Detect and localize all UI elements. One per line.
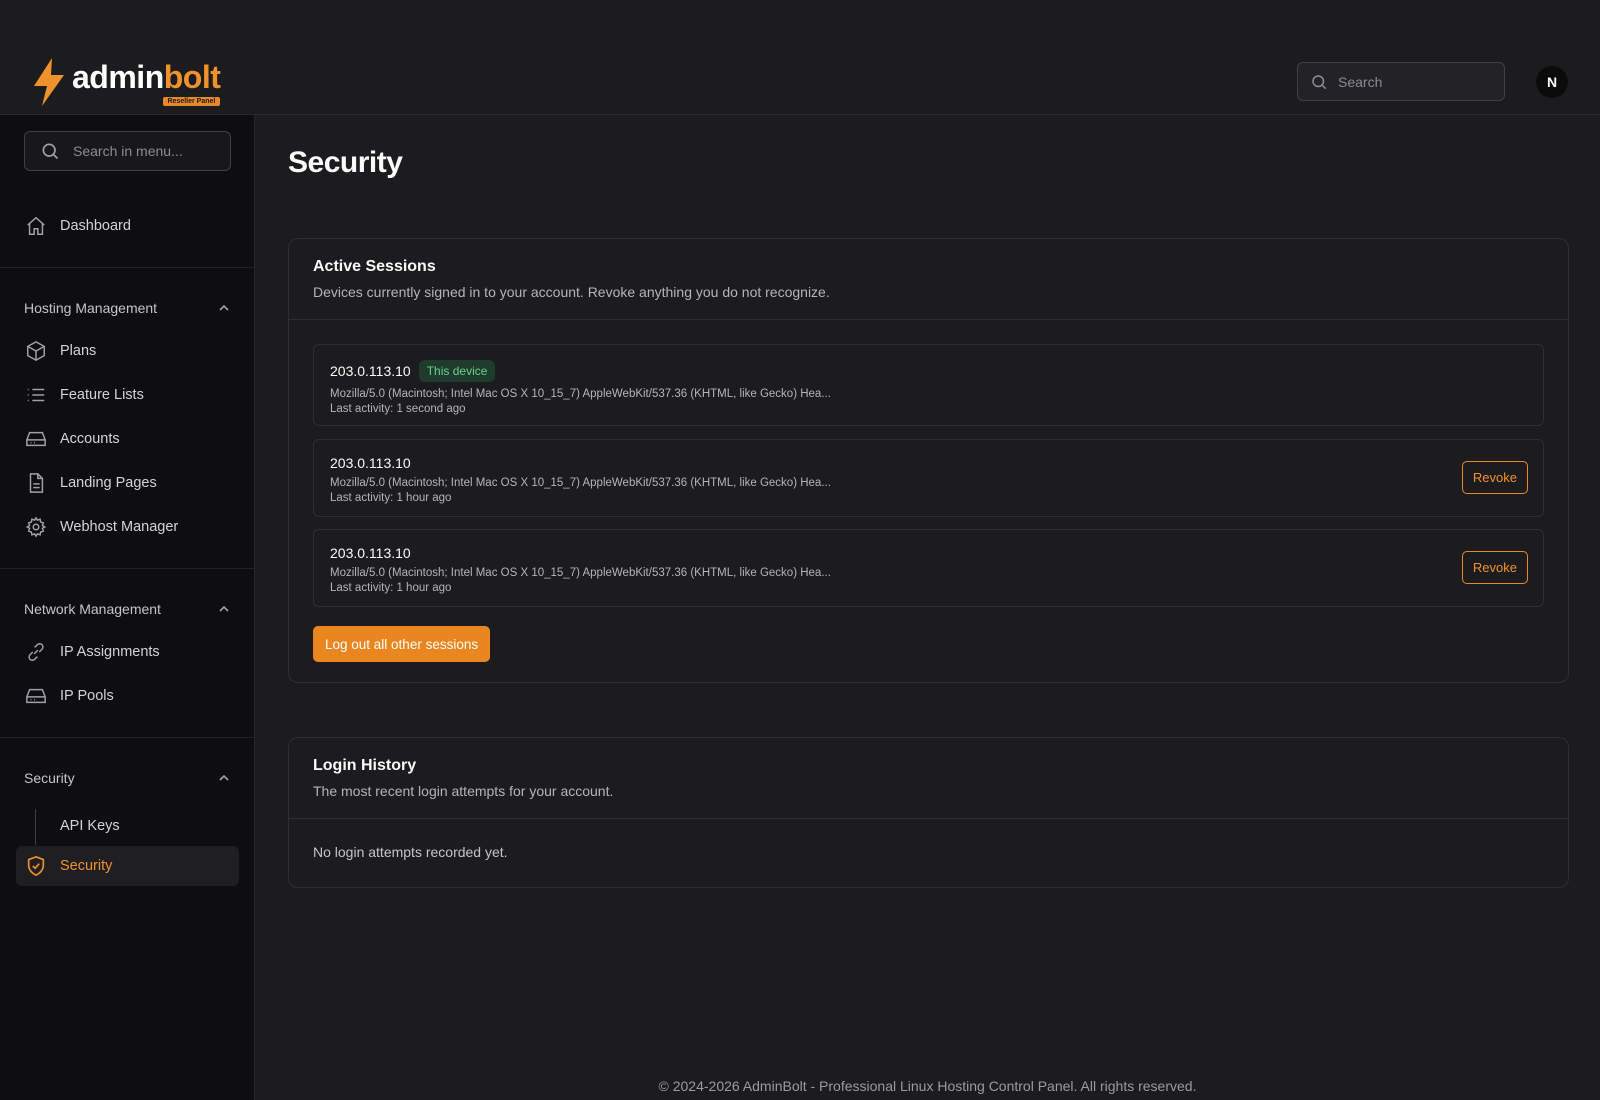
- bolt-logo-icon: [34, 58, 64, 106]
- sidebar-item-feature-lists[interactable]: Feature Lists: [16, 375, 239, 415]
- brand-name-part1: admin: [72, 59, 164, 95]
- session-item: 203.0.113.10 This device Mozilla/5.0 (Ma…: [313, 344, 1544, 426]
- card-title: Active Sessions: [313, 258, 436, 275]
- brand-name-part2: bolt: [163, 59, 221, 95]
- session-user-agent: Mozilla/5.0 (Macintosh; Intel Mac OS X 1…: [330, 388, 831, 400]
- sidebar-item-accounts[interactable]: Accounts: [16, 419, 239, 459]
- shield-check-icon: [27, 855, 45, 877]
- chevron-up-icon: [219, 605, 229, 612]
- brand-logo[interactable]: adminbolt Reseller Panel: [30, 58, 221, 106]
- sidebar-item-webhost-manager[interactable]: Webhost Manager: [16, 507, 239, 547]
- sidebar-item-ip-pools[interactable]: IP Pools: [16, 676, 239, 716]
- page-title: Security: [288, 146, 403, 179]
- sidebar-item-plans[interactable]: Plans: [16, 331, 239, 371]
- user-avatar[interactable]: N: [1536, 66, 1568, 98]
- menu-search-input[interactable]: [73, 143, 223, 159]
- section-hosting-management[interactable]: Hosting Management: [24, 296, 231, 320]
- sidebar-item-label: API Keys: [60, 818, 120, 834]
- sidebar-item-label: Dashboard: [60, 218, 131, 234]
- revoke-button[interactable]: Revoke: [1461, 461, 1528, 494]
- sidebar-item-label: Landing Pages: [60, 475, 157, 491]
- section-security[interactable]: Security: [24, 766, 231, 790]
- logout-all-sessions-button[interactable]: Log out all other sessions: [313, 626, 491, 662]
- hard-drive-icon: [26, 688, 46, 704]
- search-icon: [1312, 74, 1327, 89]
- session-item: 203.0.113.10 Mozilla/5.0 (Macintosh; Int…: [313, 439, 1544, 517]
- session-last-activity: Last activity: 1 hour ago: [330, 492, 452, 504]
- sidebar-item-label: Plans: [60, 343, 97, 359]
- home-icon: [27, 216, 45, 235]
- session-ip: 203.0.113.10: [330, 455, 411, 471]
- global-search-input[interactable]: [1338, 73, 1488, 90]
- sidebar-divider: [0, 568, 255, 569]
- sidebar-item-label: Accounts: [60, 431, 120, 447]
- card-description: Devices currently signed in to your acco…: [313, 284, 830, 300]
- top-bar: adminbolt Reseller Panel N: [0, 0, 1600, 115]
- session-ip: 203.0.113.10: [330, 545, 411, 561]
- chevron-up-icon: [219, 774, 229, 781]
- session-user-agent: Mozilla/5.0 (Macintosh; Intel Mac OS X 1…: [330, 477, 831, 489]
- session-user-agent: Mozilla/5.0 (Macintosh; Intel Mac OS X 1…: [330, 567, 831, 579]
- sidebar: Dashboard Hosting Management Plans Featu…: [0, 115, 255, 1100]
- section-title: Hosting Management: [24, 300, 158, 316]
- sidebar-item-label: Security: [60, 858, 113, 874]
- active-sessions-card: Active Sessions Devices currently signed…: [288, 238, 1569, 683]
- sidebar-item-label: IP Pools: [60, 688, 114, 704]
- hard-drive-icon: [26, 431, 46, 447]
- file-text-icon: [29, 473, 44, 493]
- section-title: Network Management: [24, 601, 161, 617]
- gear-icon: [25, 516, 47, 538]
- sidebar-item-label: IP Assignments: [60, 644, 160, 660]
- sidebar-divider: [0, 737, 255, 738]
- session-ip: 203.0.113.10: [330, 363, 411, 379]
- sidebar-item-security[interactable]: Security: [16, 846, 239, 886]
- section-title: Security: [24, 770, 75, 786]
- card-header: Active Sessions Devices currently signed…: [289, 239, 1568, 320]
- footer-copyright: © 2024-2026 AdminBolt - Professional Lin…: [658, 1078, 1197, 1094]
- chevron-up-icon: [219, 304, 229, 311]
- empty-state-text: No login attempts recorded yet.: [313, 844, 508, 860]
- session-last-activity: Last activity: 1 second ago: [330, 403, 466, 415]
- menu-search[interactable]: [24, 131, 231, 171]
- sidebar-item-landing-pages[interactable]: Landing Pages: [16, 463, 239, 503]
- sidebar-item-label: Feature Lists: [60, 387, 144, 403]
- session-item: 203.0.113.10 Mozilla/5.0 (Macintosh; Int…: [313, 529, 1544, 607]
- global-search[interactable]: [1297, 62, 1505, 101]
- sidebar-divider: [0, 267, 255, 268]
- revoke-button[interactable]: Revoke: [1461, 551, 1528, 584]
- session-last-activity: Last activity: 1 hour ago: [330, 582, 452, 594]
- this-device-badge: This device: [418, 360, 496, 382]
- list-icon: [27, 388, 45, 402]
- sidebar-item-label: Webhost Manager: [60, 519, 179, 535]
- card-title: Login History: [313, 757, 417, 774]
- card-description: The most recent login attempts for your …: [313, 783, 614, 799]
- package-icon: [27, 340, 45, 362]
- sidebar-item-api-keys[interactable]: API Keys: [16, 806, 239, 846]
- card-header: Login History The most recent login atte…: [289, 738, 1568, 819]
- sidebar-item-dashboard[interactable]: Dashboard: [16, 206, 239, 246]
- sidebar-item-ip-assignments[interactable]: IP Assignments: [16, 632, 239, 672]
- reseller-badge: Reseller Panel: [162, 97, 221, 106]
- login-history-card: Login History The most recent login atte…: [288, 737, 1569, 888]
- link-icon: [28, 643, 44, 661]
- section-network-management[interactable]: Network Management: [24, 597, 231, 621]
- search-icon: [42, 143, 59, 160]
